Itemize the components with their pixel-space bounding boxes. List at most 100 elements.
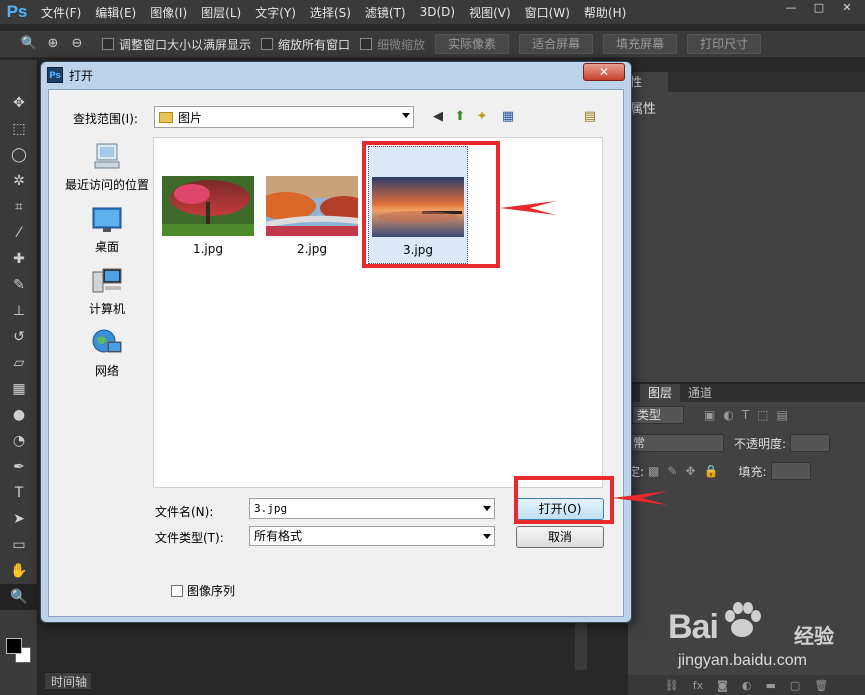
healing-icon[interactable]: ✚ xyxy=(0,246,38,272)
place-desktop[interactable]: 桌面 xyxy=(63,204,151,255)
file-type-select[interactable]: 所有格式 xyxy=(249,526,495,546)
lock-paint-icon[interactable]: ✎ xyxy=(667,464,677,478)
back-icon[interactable]: ◀ xyxy=(429,108,447,126)
properties-tab[interactable]: 性 xyxy=(628,72,668,92)
dodge-icon[interactable]: ◔ xyxy=(0,428,38,454)
image-sequence-checkbox[interactable]: 图像序列 xyxy=(171,582,235,599)
desktop-icon xyxy=(92,207,122,232)
layer-filter-select[interactable]: 类型 xyxy=(632,406,684,424)
paw-logo-icon xyxy=(725,602,761,637)
photoshop-logo: Ps xyxy=(6,2,28,21)
type-icon[interactable]: T xyxy=(0,480,38,506)
preview-icon[interactable]: ▤ xyxy=(581,108,599,126)
blend-mode-select[interactable]: 常 xyxy=(628,434,724,452)
actual-pixels-button[interactable]: 实际像素 xyxy=(435,34,510,54)
opacity-input[interactable] xyxy=(790,434,831,452)
timeline-tab[interactable]: 时间轴 xyxy=(44,672,92,690)
lock-pixels-icon[interactable]: ▩ xyxy=(648,464,659,478)
file-item[interactable]: 2.jpg xyxy=(262,148,362,263)
crop-icon[interactable]: ⌗ xyxy=(0,194,38,220)
gradient-icon[interactable]: ▦ xyxy=(0,376,38,402)
filter-pixel-icon[interactable]: ▣ xyxy=(704,408,715,422)
menu-file[interactable]: 文件(F) xyxy=(34,4,88,21)
place-computer[interactable]: 计算机 xyxy=(63,266,151,317)
look-in-label: 查找范围(I): xyxy=(73,112,138,126)
brush-icon[interactable]: ✎ xyxy=(0,272,38,298)
fill-input[interactable] xyxy=(770,462,811,480)
move-icon[interactable]: ✥ xyxy=(0,90,38,116)
fill-screen-button[interactable]: 填充屏幕 xyxy=(603,34,678,54)
tab-channels[interactable]: 通道 xyxy=(680,384,720,402)
filter-type-icon[interactable]: T xyxy=(742,408,749,422)
print-size-button[interactable]: 打印尺寸 xyxy=(687,34,762,54)
file-type-label: 文件类型(T): xyxy=(155,531,224,545)
marquee-icon[interactable]: ⬚ xyxy=(0,116,38,142)
scrubby-zoom-checkbox[interactable]: 细微缩放 xyxy=(360,36,425,53)
stamp-icon[interactable]: ⊥ xyxy=(0,298,38,324)
arrow-to-file-icon xyxy=(500,201,556,215)
watermark-url: jingyan.baidu.com xyxy=(678,652,807,669)
arrow-to-open-icon xyxy=(612,491,668,505)
ps-app-icon: Ps xyxy=(47,67,63,83)
menu-select[interactable]: 选择(S) xyxy=(303,4,358,21)
pen-icon[interactable]: ✒ xyxy=(0,454,38,480)
zoom-all-windows-checkbox[interactable]: 缩放所有窗口 xyxy=(261,36,350,53)
menu-window[interactable]: 窗口(W) xyxy=(518,4,577,21)
magic-wand-icon[interactable]: ✲ xyxy=(0,168,38,194)
filter-smart-icon[interactable]: ▤ xyxy=(777,408,788,422)
view-menu-icon[interactable]: ▦ xyxy=(499,108,517,126)
menu-layer[interactable]: 图层(L) xyxy=(194,4,248,21)
look-in-select[interactable]: 图片 xyxy=(154,106,414,128)
file-name-input[interactable]: 3.jpg xyxy=(249,498,495,519)
history-brush-icon[interactable]: ↺ xyxy=(0,324,38,350)
hand-icon[interactable]: ✋ xyxy=(0,558,38,584)
zoom-out-icon[interactable]: ⊖ xyxy=(68,35,86,53)
computer-icon xyxy=(92,268,122,293)
places-bar: 最近访问的位置 桌面 计算机 网络 xyxy=(63,136,151,561)
menu-3d[interactable]: 3D(D) xyxy=(413,5,462,19)
zoom-icon[interactable]: 🔍 xyxy=(0,584,38,610)
maximize-button[interactable]: □ xyxy=(805,0,833,16)
menu-image[interactable]: 图像(I) xyxy=(143,4,194,21)
cancel-button[interactable]: 取消 xyxy=(516,526,604,548)
chevron-down-icon xyxy=(402,113,410,118)
lock-position-icon[interactable]: ✥ xyxy=(685,464,695,478)
close-app-button[interactable]: ✕ xyxy=(833,0,861,16)
new-folder-icon[interactable]: ✦ xyxy=(473,108,491,126)
place-network[interactable]: 网络 xyxy=(63,328,151,379)
folder-icon xyxy=(159,111,173,123)
file-name: 1.jpg xyxy=(192,242,224,256)
eraser-icon[interactable]: ▱ xyxy=(0,350,38,376)
up-folder-icon[interactable]: ⬆ xyxy=(451,108,469,126)
menu-help[interactable]: 帮助(H) xyxy=(577,4,633,21)
file-name-dropdown-icon[interactable] xyxy=(483,506,491,511)
file-type-dropdown-icon[interactable] xyxy=(483,534,491,539)
tools-panel: ✥ ⬚ ◯ ✲ ⌗ ⁄ ✚ ✎ ⊥ ↺ ▱ ▦ ● ◔ ✒ T ➤ ▭ ✋ 🔍 xyxy=(0,60,38,695)
filter-adjust-icon[interactable]: ◐ xyxy=(723,408,733,422)
fit-screen-button[interactable]: 适合屏幕 xyxy=(519,34,594,54)
path-select-icon[interactable]: ➤ xyxy=(0,506,38,532)
shape-icon[interactable]: ▭ xyxy=(0,532,38,558)
minimize-button[interactable]: — xyxy=(777,0,805,16)
lasso-icon[interactable]: ◯ xyxy=(0,142,38,168)
highlight-box-open xyxy=(514,476,614,524)
place-recent[interactable]: 最近访问的位置 xyxy=(63,142,151,193)
foreground-color-swatch[interactable] xyxy=(6,638,22,654)
tab-layers[interactable]: 图层 xyxy=(640,384,681,402)
resize-windows-checkbox[interactable]: 调整窗口大小以满屏显示 xyxy=(102,36,251,53)
menu-filter[interactable]: 滤镜(T) xyxy=(358,4,413,21)
menu-edit[interactable]: 编辑(E) xyxy=(88,4,143,21)
blur-icon[interactable]: ● xyxy=(0,402,38,428)
filter-shape-icon[interactable]: ⬚ xyxy=(757,408,768,422)
zoom-tool-icon[interactable]: 🔍 xyxy=(20,35,38,53)
eyedropper-icon[interactable]: ⁄ xyxy=(0,220,38,246)
network-icon xyxy=(92,329,122,353)
zoom-in-icon[interactable]: ⊕ xyxy=(44,35,62,53)
file-item[interactable]: 1.jpg xyxy=(158,148,258,263)
dialog-close-button[interactable]: ✕ xyxy=(583,63,625,81)
watermark-brand-cn: 经验 xyxy=(794,624,834,648)
menu-type[interactable]: 文字(Y) xyxy=(248,4,303,21)
menu-view[interactable]: 视图(V) xyxy=(462,4,518,21)
file-name: 2.jpg xyxy=(296,242,328,256)
lock-all-icon[interactable]: 🔒 xyxy=(704,464,719,478)
